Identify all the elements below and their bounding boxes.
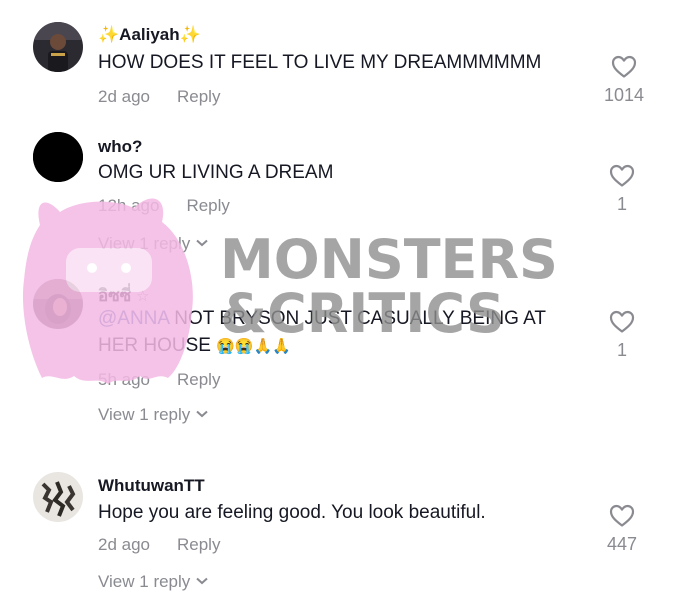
comment-time: 5h ago xyxy=(98,370,150,389)
comment-username[interactable]: อิซซี่ ☆ xyxy=(98,282,149,309)
username-text: Aaliyah xyxy=(119,25,180,44)
comment-text-line2: HER HOUSE 😭😭🙏🙏 xyxy=(98,333,291,360)
avatar[interactable] xyxy=(33,132,83,182)
comment-text-line2-words: HER HOUSE xyxy=(98,335,211,356)
comment-meta: 5h ago Reply xyxy=(98,370,220,390)
chevron-down-icon xyxy=(196,232,208,252)
view-replies-label: View 1 reply xyxy=(98,572,191,591)
reply-button[interactable]: Reply xyxy=(177,370,220,389)
like-button[interactable]: 447 xyxy=(592,504,652,555)
like-count: 1014 xyxy=(603,85,645,105)
comment-time: 2d ago xyxy=(98,87,150,106)
like-button[interactable]: 1014 xyxy=(594,55,654,106)
comment-item: WhutuwanTT Hope you are feeling good. Yo… xyxy=(0,462,680,601)
comment-meta: 2d ago Reply xyxy=(98,87,220,107)
comment-time: 12h ago xyxy=(98,196,160,215)
group-photo-icon xyxy=(33,472,83,522)
heart-icon xyxy=(609,504,635,527)
comment-username[interactable]: who? xyxy=(98,137,142,157)
comment-text: @ANNA NOT BRYSON JUST CASUALLY BEING AT xyxy=(98,306,546,332)
chevron-down-icon xyxy=(196,570,208,590)
view-replies-label: View 1 reply xyxy=(98,405,191,424)
comment-item: ✨Aaliyah✨ HOW DOES IT FEEL TO LIVE MY DR… xyxy=(0,0,680,118)
person-photo-icon xyxy=(33,22,83,72)
person-photo-icon xyxy=(33,279,83,329)
like-button[interactable]: 1 xyxy=(592,164,652,215)
black-circle-avatar xyxy=(33,132,83,182)
like-count: 447 xyxy=(606,534,638,554)
comment-item: who? OMG UR LIVING A DREAM 12h ago Reply … xyxy=(0,118,680,258)
comment-text: Hope you are feeling good. You look beau… xyxy=(98,502,486,523)
chevron-down-icon xyxy=(196,403,208,423)
like-button[interactable]: 1 xyxy=(592,310,652,361)
view-replies-button[interactable]: View 1 reply xyxy=(98,570,208,592)
heart-icon xyxy=(609,310,635,333)
comment-time: 2d ago xyxy=(98,535,150,554)
reply-button[interactable]: Reply xyxy=(177,535,220,554)
view-replies-button[interactable]: View 1 reply xyxy=(98,403,208,425)
like-count: 1 xyxy=(616,340,627,360)
reply-button[interactable]: Reply xyxy=(186,196,229,215)
comment-text: OMG UR LIVING A DREAM xyxy=(98,162,334,183)
comment-meta: 12h ago Reply xyxy=(98,196,230,216)
heart-icon xyxy=(609,164,635,187)
like-count: 1 xyxy=(616,194,627,214)
comment-username[interactable]: WhutuwanTT xyxy=(98,476,205,496)
view-replies-button[interactable]: View 1 reply xyxy=(98,232,208,254)
reply-button[interactable]: Reply xyxy=(177,87,220,106)
view-replies-label: View 1 reply xyxy=(98,234,191,253)
comment-text-line1: NOT BRYSON JUST CASUALLY BEING AT xyxy=(169,308,546,329)
username-prefix: ✨ xyxy=(98,25,120,44)
avatar[interactable] xyxy=(33,22,83,72)
comment-meta: 2d ago Reply xyxy=(98,535,220,555)
heart-icon xyxy=(611,55,637,78)
mention-link[interactable]: @ANNA xyxy=(98,308,169,329)
username-suffix: ✨ xyxy=(179,25,201,44)
username-text: อิซซี่ xyxy=(98,286,132,305)
username-suffix: ☆ xyxy=(136,288,150,305)
avatar[interactable] xyxy=(33,279,83,329)
comment-emoji: 😭😭🙏🙏 xyxy=(216,338,291,355)
comment-text: HOW DOES IT FEEL TO LIVE MY DREAMMMMMM xyxy=(98,52,542,73)
avatar[interactable] xyxy=(33,472,83,522)
comment-username[interactable]: ✨Aaliyah✨ xyxy=(98,25,201,45)
comment-item: อิซซี่ ☆ @ANNA NOT BRYSON JUST CASUALLY … xyxy=(0,262,680,432)
